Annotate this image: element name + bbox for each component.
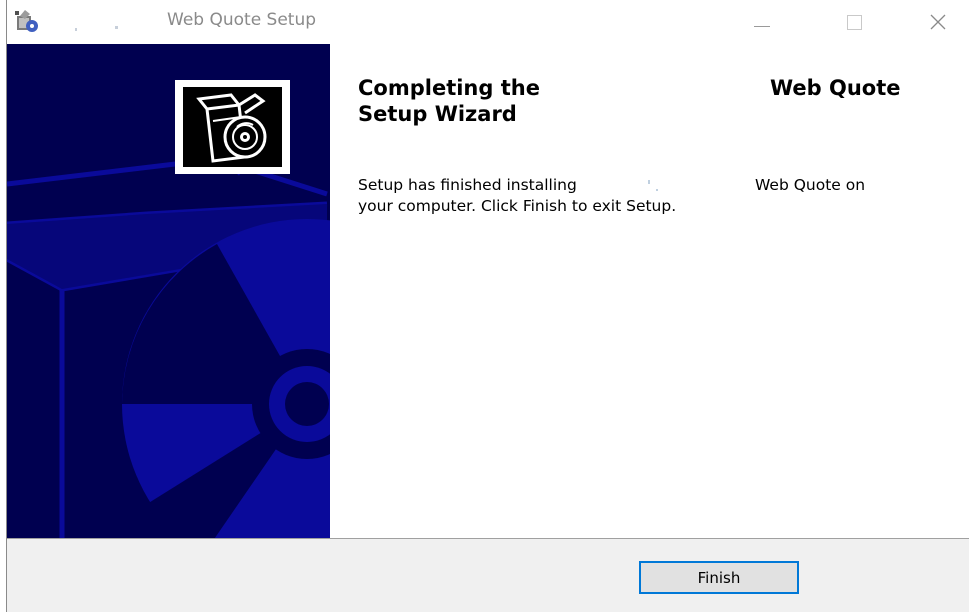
wizard-banner — [7, 44, 330, 538]
title-bar[interactable]: Web Quote Setup — [7, 0, 969, 44]
completion-panel: Completing the Web Quote Setup Wizard Se… — [330, 44, 969, 538]
minimize-button[interactable] — [739, 0, 785, 44]
window-title: Web Quote Setup — [167, 10, 317, 30]
message-part2: Web Quote on — [755, 176, 866, 194]
redacted-product-name — [648, 180, 650, 184]
completion-heading: Completing the Web Quote Setup Wizard — [358, 75, 968, 127]
close-icon — [930, 14, 946, 30]
wizard-footer: Finish — [7, 539, 969, 612]
setup-window: Web Quote Setup Completing the Web Quote… — [6, 0, 969, 612]
software-box-cd-icon — [183, 87, 282, 167]
redacted-title-text — [55, 24, 165, 34]
maximize-button[interactable] — [831, 0, 877, 44]
minimize-icon — [754, 25, 770, 27]
message-line2: your computer. Click Finish to exit Setu… — [358, 197, 677, 215]
heading-part2: Web Quote — [770, 76, 901, 100]
maximize-icon — [846, 14, 862, 30]
heading-part1: Completing the — [358, 76, 540, 100]
redacted-product-name-mark — [656, 189, 658, 191]
setup-logo-frame — [175, 80, 290, 174]
installer-app-icon — [14, 8, 40, 34]
close-button[interactable] — [915, 0, 961, 44]
completion-message: Setup has finished installing Web Quote … — [358, 175, 958, 217]
finish-button[interactable]: Finish — [639, 561, 799, 594]
message-part1: Setup has finished installing — [358, 176, 577, 194]
heading-line2: Setup Wizard — [358, 102, 517, 126]
